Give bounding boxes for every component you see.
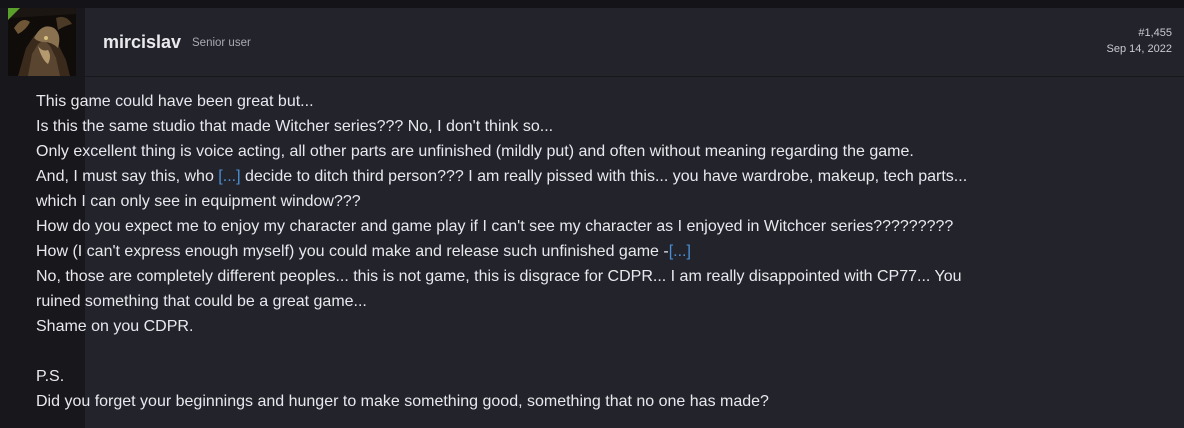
post-header: mircislav Senior user #1,455 Sep 14, 202… xyxy=(85,8,1184,77)
post-line: Only excellent thing is voice acting, al… xyxy=(36,143,914,160)
post-line: P.S. xyxy=(36,368,65,385)
post-body: This game could have been great but... I… xyxy=(36,89,1086,414)
top-divider xyxy=(0,0,1184,8)
post-text: And, I must say this, who xyxy=(36,168,219,185)
post-line: Is this the same studio that made Witche… xyxy=(36,118,554,135)
post-line: This game could have been great but... xyxy=(36,93,314,110)
username-link[interactable]: mircislav xyxy=(103,32,181,53)
censored-link[interactable]: [...] xyxy=(218,168,240,185)
post-text: decide to ditch third person??? I am rea… xyxy=(240,168,968,185)
post-line: How (I can't express enough myself) you … xyxy=(36,239,1086,264)
post-line: No, those are completely different peopl… xyxy=(36,268,962,285)
forum-page: mircislav Senior user #1,455 Sep 14, 202… xyxy=(0,0,1184,428)
post-date[interactable]: Sep 14, 2022 xyxy=(1107,43,1172,55)
post-line: ruined something that could be a great g… xyxy=(36,293,367,310)
post-line: And, I must say this, who [...] decide t… xyxy=(36,164,1086,189)
post-text: How (I can't express enough myself) you … xyxy=(36,243,669,260)
censored-link[interactable]: [...] xyxy=(669,243,691,260)
post-line: How do you expect me to enjoy my charact… xyxy=(36,218,954,235)
post-line: Shame on you CDPR. xyxy=(36,318,194,335)
post-line: which I can only see in equipment window… xyxy=(36,193,361,210)
post-number-link[interactable]: #1,455 xyxy=(1138,27,1172,39)
user-title: Senior user xyxy=(192,37,251,49)
post-line: Did you forget your beginnings and hunge… xyxy=(36,393,769,410)
avatar-badge xyxy=(8,8,20,20)
